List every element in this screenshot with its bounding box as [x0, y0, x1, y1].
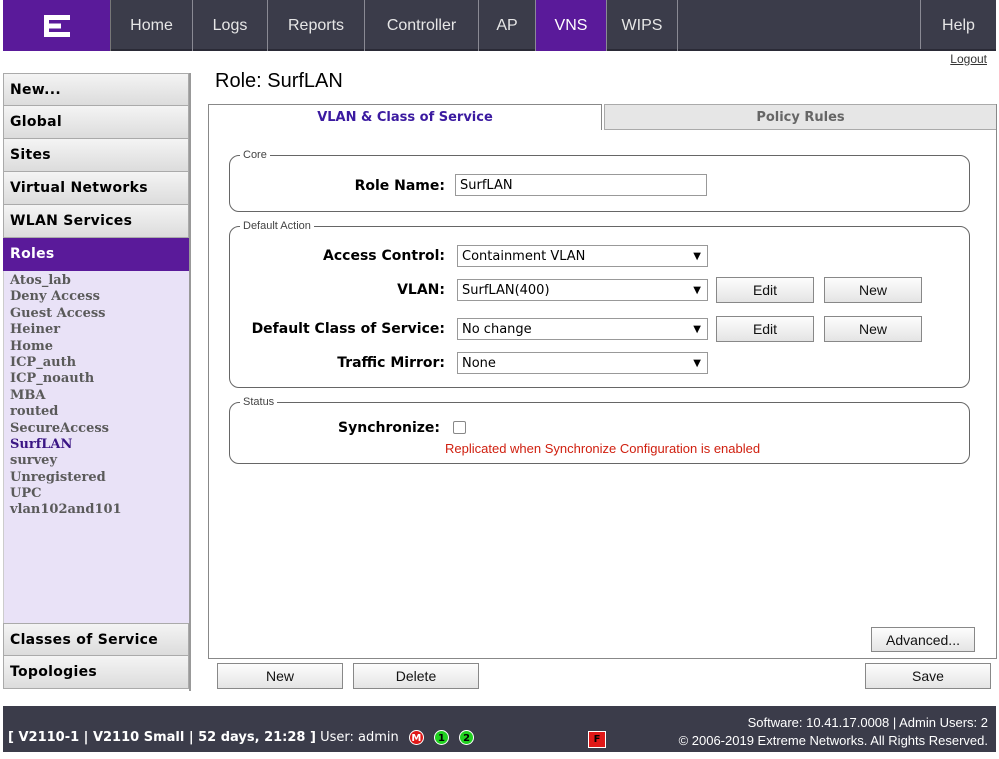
new-role-button[interactable]: New [217, 663, 343, 689]
nav-reports[interactable]: Reports [268, 0, 365, 51]
software-version: Software: 10.41.17.0008 | Admin Users: 2 [747, 715, 988, 730]
default-action-legend: Default Action [240, 220, 314, 232]
sidebar-item-roles[interactable]: Roles [3, 238, 189, 271]
nav-home[interactable]: Home [111, 0, 193, 51]
synchronize-note: Replicated when Synchronize Configuratio… [445, 441, 761, 456]
cos-edit-button[interactable]: Edit [716, 316, 814, 342]
dropdown-arrow-icon: ▼ [693, 357, 701, 369]
role-list-item[interactable]: vlan102and101 [10, 502, 189, 518]
sidebar: New... Global Sites Virtual Networks WLA… [3, 73, 191, 691]
access-control-value: Containment VLAN [462, 248, 586, 264]
nav-logs[interactable]: Logs [193, 0, 268, 51]
dropdown-arrow-icon: ▼ [693, 323, 701, 335]
system-info: [ V2110-1 | V2110 Small | 52 days, 21:28… [8, 730, 475, 745]
status-group: Status Synchronize: Replicated when Sync… [229, 396, 970, 464]
traffic-mirror-select[interactable]: None ▼ [457, 352, 708, 374]
sidebar-item-wlan-services[interactable]: WLAN Services [3, 205, 189, 238]
m-status-icon[interactable]: M [408, 730, 424, 745]
dropdown-arrow-icon: ▼ [693, 284, 701, 296]
nav-spacer [678, 0, 921, 49]
nav-ap[interactable]: AP [479, 0, 536, 51]
top-navigation: Home Logs Reports Controller AP VNS WIPS… [3, 0, 996, 51]
page-title: Role: SurfLAN [215, 70, 343, 92]
advanced-button[interactable]: Advanced... [871, 627, 975, 652]
status-legend: Status [240, 396, 278, 408]
sidebar-item-sites[interactable]: Sites [3, 139, 189, 172]
flag-icon[interactable]: F [588, 731, 606, 748]
role-list-item[interactable]: MBA [10, 388, 189, 404]
role-name-input[interactable] [455, 174, 707, 196]
save-button[interactable]: Save [865, 663, 991, 689]
role-list-item[interactable]: Home [10, 339, 189, 355]
vlan-new-button[interactable]: New [824, 277, 922, 303]
default-cos-value: No change [462, 321, 532, 337]
status-2-icon[interactable]: 2 [459, 730, 475, 745]
role-list-item[interactable]: survey [10, 453, 189, 469]
synchronize-label: Synchronize: [338, 420, 440, 436]
sidebar-item-global[interactable]: Global [3, 106, 189, 139]
dropdown-arrow-icon: ▼ [693, 250, 701, 262]
vlan-select[interactable]: SurfLAN(400) ▼ [457, 279, 708, 301]
delete-role-button[interactable]: Delete [353, 663, 479, 689]
role-list-item[interactable]: Guest Access [10, 306, 189, 322]
sidebar-item-virtual-networks[interactable]: Virtual Networks [3, 172, 189, 205]
core-group: Core Role Name: [229, 149, 970, 212]
role-list-item[interactable]: ICP_noauth [10, 371, 189, 387]
nav-wips[interactable]: WIPS [607, 0, 678, 51]
sidebar-item-classes-of-service[interactable]: Classes of Service [3, 623, 189, 656]
core-legend: Core [240, 149, 270, 161]
copyright: © 2006-2019 Extreme Networks. All Rights… [678, 733, 988, 748]
vlan-label: VLAN: [397, 282, 445, 298]
role-list-item[interactable]: ICP_auth [10, 355, 189, 371]
role-list-item[interactable]: Atos_lab [10, 273, 189, 289]
role-list-item[interactable]: UPC [10, 486, 189, 502]
vlan-edit-button[interactable]: Edit [716, 277, 814, 303]
sidebar-item-new[interactable]: New... [3, 73, 189, 106]
nav-help[interactable]: Help [921, 0, 996, 51]
default-cos-label: Default Class of Service: [251, 321, 445, 337]
nav-vns[interactable]: VNS [536, 0, 607, 51]
access-control-select[interactable]: Containment VLAN ▼ [457, 245, 708, 267]
extreme-logo-icon[interactable] [3, 0, 111, 51]
role-list-item[interactable]: Heiner [10, 322, 189, 338]
role-list: Atos_lab Deny Access Guest Access Heiner… [3, 271, 189, 623]
default-action-group: Default Action Access Control: Containme… [229, 220, 970, 388]
logout-link[interactable]: Logout [950, 52, 987, 66]
software-info: Software: 10.41.17.0008 | Admin Users: 2… [679, 714, 988, 750]
user-label: User: admin [320, 730, 399, 745]
traffic-mirror-value: None [462, 355, 496, 371]
role-list-item[interactable]: Unregistered [10, 470, 189, 486]
status-1-icon[interactable]: 1 [434, 730, 450, 745]
default-cos-select[interactable]: No change ▼ [457, 318, 708, 340]
system-summary: [ V2110-1 | V2110 Small | 52 days, 21:28… [8, 730, 316, 745]
access-control-label: Access Control: [323, 248, 445, 264]
vlan-value: SurfLAN(400) [462, 282, 550, 298]
status-bar: [ V2110-1 | V2110 Small | 52 days, 21:28… [3, 706, 996, 752]
role-list-item[interactable]: routed [10, 404, 189, 420]
role-name-label: Role Name: [354, 178, 445, 194]
sidebar-item-topologies[interactable]: Topologies [3, 656, 189, 689]
nav-controller[interactable]: Controller [365, 0, 479, 51]
role-list-item-selected[interactable]: SurfLAN [10, 437, 189, 453]
role-list-item[interactable]: Deny Access [10, 289, 189, 305]
synchronize-checkbox[interactable] [453, 421, 466, 434]
cos-new-button[interactable]: New [824, 316, 922, 342]
role-list-item[interactable]: SecureAccess [10, 421, 189, 437]
traffic-mirror-label: Traffic Mirror: [337, 355, 445, 371]
